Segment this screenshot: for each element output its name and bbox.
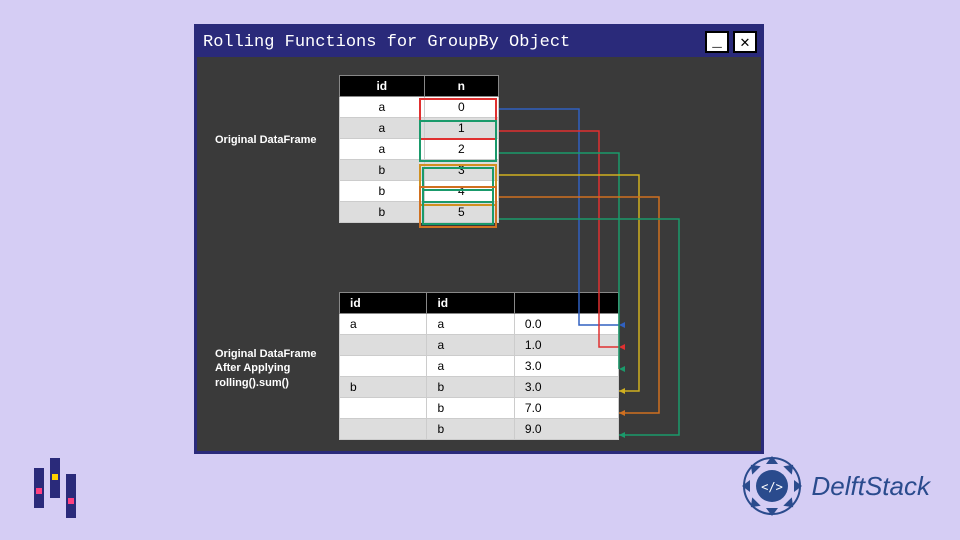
pandas-logo-icon	[28, 458, 88, 518]
table-cell: 1	[424, 118, 498, 139]
table-cell: b	[340, 160, 425, 181]
table-cell: a	[340, 314, 427, 335]
t1-h0: id	[340, 76, 425, 97]
table-cell	[340, 398, 427, 419]
titlebar: Rolling Functions for GroupBy Object _ ✕	[197, 27, 761, 57]
table-cell	[340, 356, 427, 377]
table-cell: a	[427, 314, 514, 335]
table-cell	[340, 419, 427, 440]
table-row: b7.0	[340, 398, 619, 419]
delftstack-logo: </> DelftStack	[740, 454, 931, 518]
table-cell: 2	[424, 139, 498, 160]
table-cell: b	[427, 419, 514, 440]
label-after-l2: After Applying	[215, 362, 290, 374]
window-buttons: _ ✕	[705, 31, 757, 53]
table-cell: 3.0	[514, 356, 618, 377]
table-cell: 9.0	[514, 419, 618, 440]
table-cell: 3	[424, 160, 498, 181]
t2-h0: id	[340, 293, 427, 314]
table-row: aa0.0	[340, 314, 619, 335]
table-cell: 7.0	[514, 398, 618, 419]
table-cell: b	[427, 377, 514, 398]
table-cell: a	[340, 139, 425, 160]
table-cell: a	[340, 97, 425, 118]
table-row: a0	[340, 97, 499, 118]
table-row: b4	[340, 181, 499, 202]
t1-h1: n	[424, 76, 498, 97]
delftstack-text: DelftStack	[812, 471, 931, 502]
table-row: b9.0	[340, 419, 619, 440]
table-row: a2	[340, 139, 499, 160]
table-row: a3.0	[340, 356, 619, 377]
table-row: a1.0	[340, 335, 619, 356]
t2-h1: id	[427, 293, 514, 314]
window-title: Rolling Functions for GroupBy Object	[203, 33, 570, 52]
delftstack-icon: </>	[740, 454, 804, 518]
close-button[interactable]: ✕	[733, 31, 757, 53]
label-after: Original DataFrame After Applying rollin…	[215, 347, 316, 390]
table-cell: b	[427, 398, 514, 419]
table-row: a1	[340, 118, 499, 139]
table-cell: a	[340, 118, 425, 139]
table-row: bb3.0	[340, 377, 619, 398]
window-content: Original DataFrame Original DataFrame Af…	[197, 57, 761, 451]
table-cell: 1.0	[514, 335, 618, 356]
table-cell: 3.0	[514, 377, 618, 398]
table-cell: 5	[424, 202, 498, 223]
app-window: Rolling Functions for GroupBy Object _ ✕…	[194, 24, 764, 454]
table-cell: b	[340, 377, 427, 398]
table-cell	[340, 335, 427, 356]
label-after-l3: rolling().sum()	[215, 377, 289, 389]
table-cell: b	[340, 181, 425, 202]
table-cell: 4	[424, 181, 498, 202]
svg-text:</>: </>	[761, 480, 783, 494]
table-cell: b	[340, 202, 425, 223]
table-cell: a	[427, 335, 514, 356]
table-cell: a	[427, 356, 514, 377]
table-original: id n a0a1a2b3b4b5	[339, 75, 499, 223]
label-original: Original DataFrame	[215, 134, 316, 146]
table-row: b5	[340, 202, 499, 223]
table-cell: 0.0	[514, 314, 618, 335]
table-result: id id aa0.0a1.0a3.0bb3.0b7.0b9.0	[339, 292, 619, 440]
table-row: b3	[340, 160, 499, 181]
label-after-l1: Original DataFrame	[215, 348, 316, 360]
t2-h2	[514, 293, 618, 314]
table-cell: 0	[424, 97, 498, 118]
minimize-button[interactable]: _	[705, 31, 729, 53]
